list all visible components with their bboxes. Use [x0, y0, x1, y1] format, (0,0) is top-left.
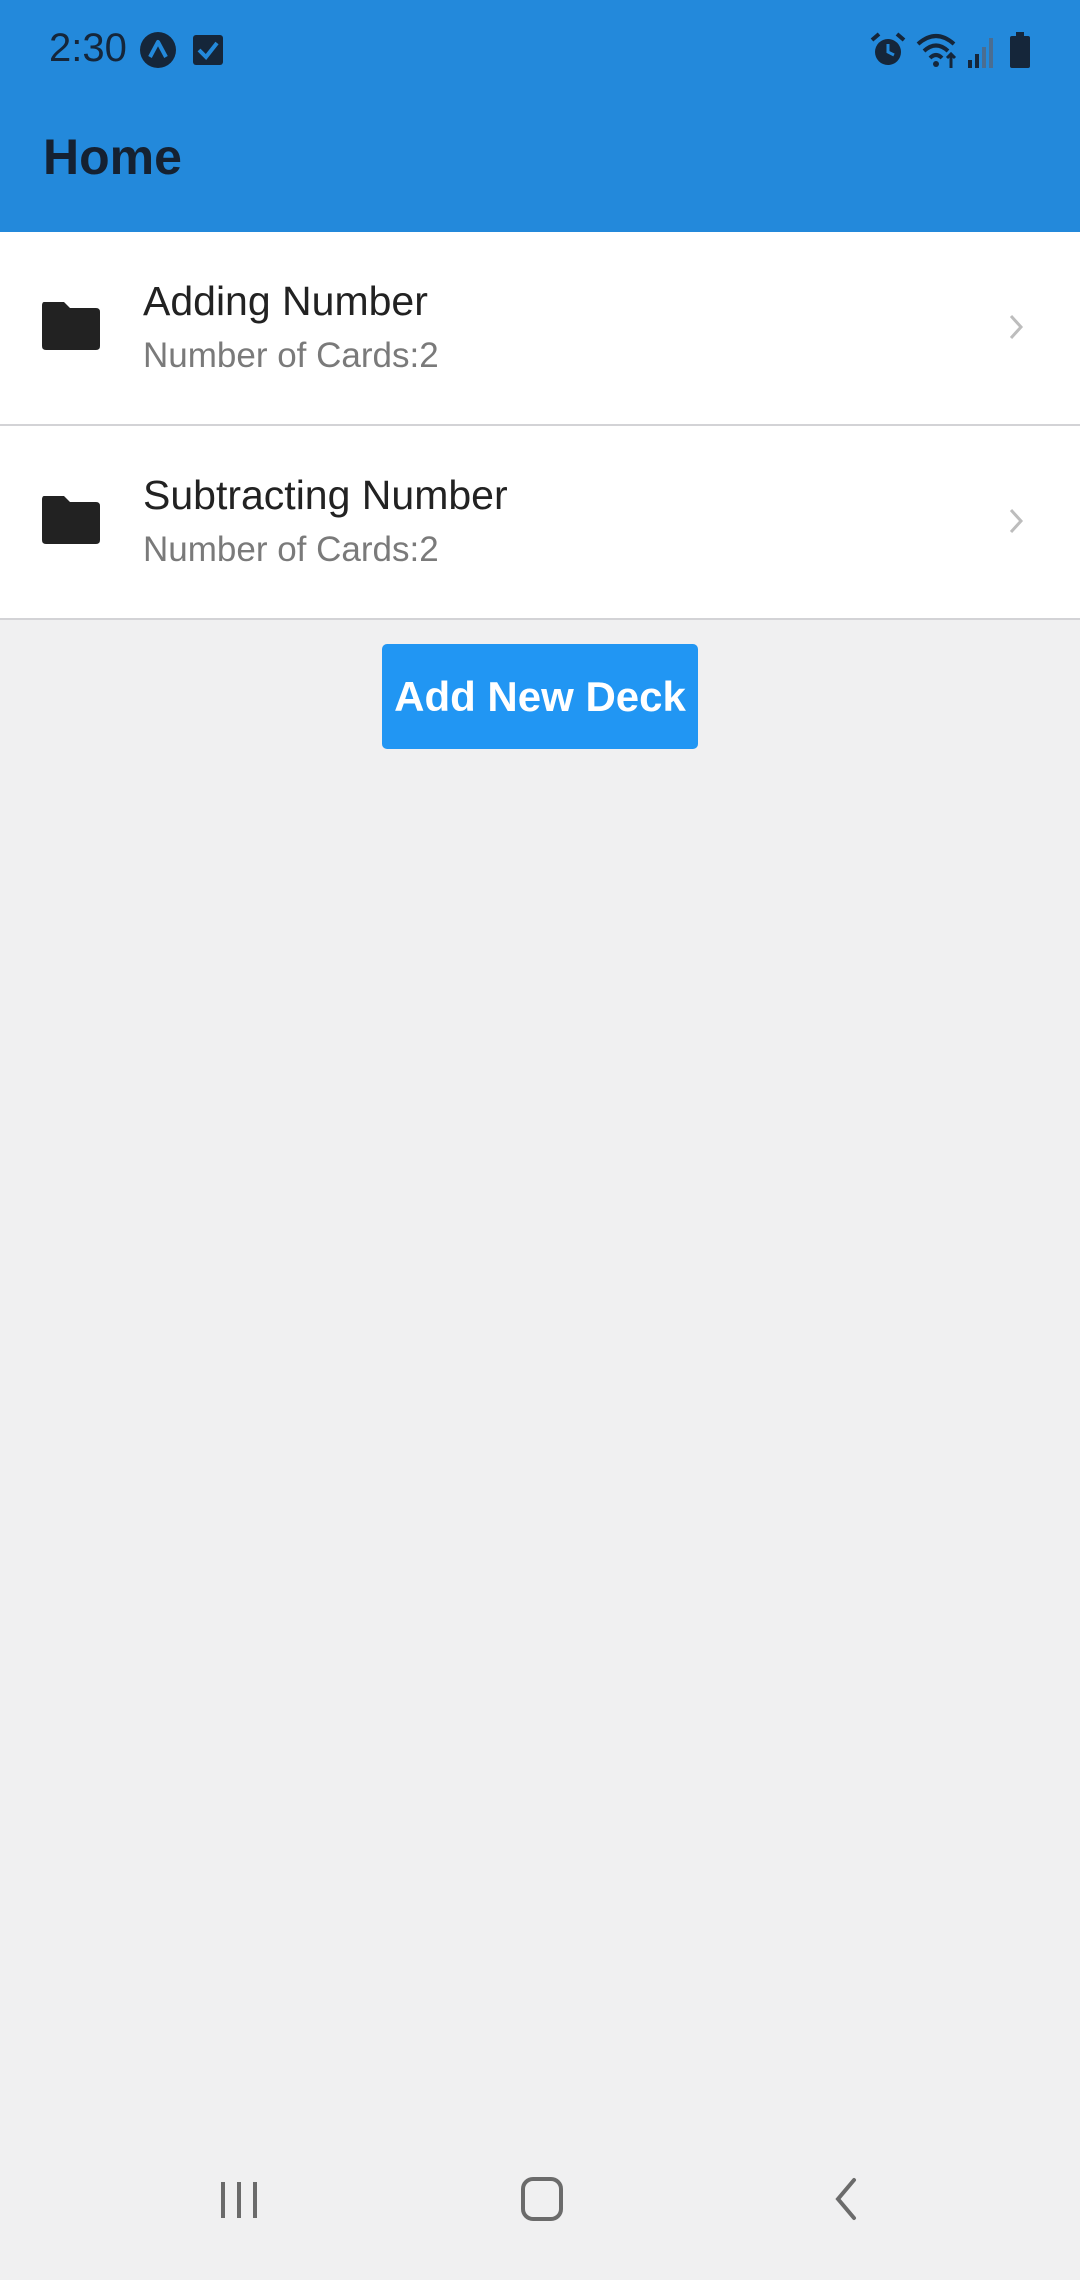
deck-card-count: Number of Cards:2 — [143, 336, 439, 375]
chevron-right-icon — [1009, 508, 1024, 534]
add-new-deck-button[interactable]: Add New Deck — [382, 644, 698, 749]
status-time: 2:30 — [49, 26, 127, 70]
chevron-right-icon — [1009, 314, 1024, 340]
deck-item[interactable]: Subtracting Number Number of Cards:2 — [0, 426, 1080, 620]
app-header: 2:30 Home — [0, 0, 1080, 232]
signal-icon — [968, 38, 993, 68]
status-bar: 2:30 — [0, 0, 1080, 104]
checkbox-icon — [193, 35, 223, 65]
app-a-icon — [140, 32, 176, 68]
deck-name: Subtracting Number — [143, 472, 508, 518]
deck-name: Adding Number — [143, 278, 428, 324]
deck-item[interactable]: Adding Number Number of Cards:2 — [0, 232, 1080, 426]
back-icon[interactable] — [826, 2170, 866, 2228]
deck-list: Adding Number Number of Cards:2 Subtract… — [0, 232, 1080, 620]
recents-icon[interactable] — [216, 2170, 262, 2228]
folder-icon — [42, 496, 100, 544]
wifi-icon — [916, 34, 957, 68]
alarm-icon — [870, 32, 906, 65]
navigation-bar — [0, 2140, 1080, 2280]
deck-card-count: Number of Cards:2 — [143, 530, 439, 569]
folder-icon — [42, 302, 100, 350]
page-title: Home — [43, 129, 182, 185]
battery-icon — [1010, 32, 1030, 68]
home-icon[interactable] — [518, 2170, 566, 2228]
